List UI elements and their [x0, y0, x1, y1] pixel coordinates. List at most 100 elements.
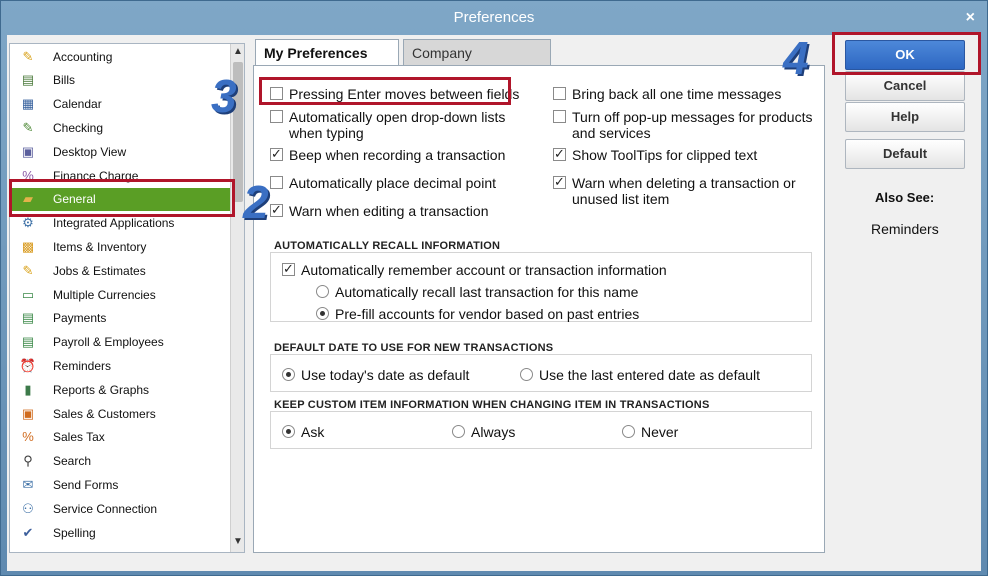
radio-button[interactable]	[282, 425, 295, 438]
option-label: Use today's date as default	[301, 367, 470, 383]
category-item-checking[interactable]: ✎ Checking	[10, 116, 230, 139]
accounting-icon: ✎	[22, 48, 34, 64]
radio-use-last-date[interactable]: Use the last entered date as default	[520, 367, 760, 383]
category-item-reports-graphs[interactable]: ▮ Reports & Graphs	[10, 378, 230, 401]
cancel-button[interactable]: Cancel	[845, 71, 965, 101]
tab-my-preferences[interactable]: My Preferences	[255, 39, 399, 67]
preferences-window: Preferences × ✔ Spelling ⚇ Service Connecti…	[0, 0, 988, 576]
title-bar: Preferences ×	[1, 1, 987, 35]
category-label: Items & Inventory	[53, 239, 147, 254]
category-label: Desktop View	[53, 144, 127, 159]
category-item-send-forms[interactable]: ✉ Send Forms	[10, 473, 230, 496]
option-turn-off-popups[interactable]: Turn off pop-up messages for products an…	[553, 109, 823, 141]
category-item-items-inventory[interactable]: ▩ Items & Inventory	[10, 235, 230, 258]
category-item-calendar[interactable]: ▦ Calendar	[10, 93, 230, 116]
category-item-search[interactable]: ⚲ Search	[10, 450, 230, 473]
category-label: Reminders	[53, 358, 112, 373]
step-4-annotation: 4	[783, 32, 809, 84]
radio-button[interactable]	[520, 368, 533, 381]
multiple-currencies-icon: ▭	[21, 286, 35, 302]
category-label: Checking	[53, 120, 104, 135]
option-beep[interactable]: Beep when recording a transaction	[270, 146, 505, 163]
help-button[interactable]: Help	[845, 102, 965, 132]
option-open-dropdown[interactable]: Automatically open drop-down lists when …	[270, 109, 540, 141]
radio-never[interactable]: Never	[622, 424, 678, 440]
checkbox-open-dropdown[interactable]	[270, 110, 283, 123]
radio-button[interactable]	[316, 285, 329, 298]
category-item-jobs-estimates[interactable]: ✎ Jobs & Estimates	[10, 259, 230, 282]
radio-always[interactable]: Always	[452, 424, 515, 440]
checkbox-show-tooltips[interactable]	[553, 146, 566, 162]
option-label: Warn when deleting a transaction or unus…	[572, 175, 796, 207]
option-label: Automatically remember account or transa…	[301, 262, 667, 278]
checkbox-beep[interactable]	[270, 146, 283, 162]
category-label: Send Forms	[53, 477, 119, 492]
integrated-apps-icon: ⚙	[22, 215, 34, 231]
window-title: Preferences	[453, 9, 535, 26]
category-label: Calendar	[53, 97, 102, 112]
category-item-payments[interactable]: ▤ Payments	[10, 307, 230, 330]
radio-recall-last-transaction[interactable]: Automatically recall last transaction fo…	[316, 284, 638, 300]
radio-button[interactable]	[622, 425, 635, 438]
option-label: Show ToolTips for clipped text	[572, 147, 758, 163]
option-label: Pre-fill accounts for vendor based on pa…	[335, 306, 640, 322]
checkbox-warn-deleting[interactable]	[553, 174, 566, 190]
radio-ask[interactable]: Ask	[282, 424, 324, 440]
radio-prefill-accounts[interactable]: Pre-fill accounts for vendor based on pa…	[316, 306, 639, 322]
category-item-sales-customers[interactable]: ▣ Sales & Customers	[10, 402, 230, 425]
scroll-down-arrow-icon[interactable]: ▼	[232, 536, 244, 550]
category-item-service-connection[interactable]: ⚇ Service Connection	[10, 497, 230, 520]
category-label: Payroll & Employees	[53, 335, 164, 350]
category-item-accounting[interactable]: ✎ Accounting	[10, 45, 230, 68]
spelling-icon: ✔	[22, 524, 34, 540]
category-item-desktop-view[interactable]: ▣ Desktop View	[10, 140, 230, 163]
payroll-employees-icon: ▤	[21, 334, 35, 350]
radio-button[interactable]	[316, 307, 329, 320]
category-label: Integrated Applications	[53, 216, 175, 231]
calendar-icon: ▦	[21, 96, 35, 112]
checkbox-decimal-point[interactable]	[270, 176, 283, 189]
option-label: Automatically open drop-down lists when …	[289, 109, 506, 141]
category-item-reminders[interactable]: ⏰ Reminders	[10, 354, 230, 377]
highlight-enter-option	[259, 77, 511, 105]
scroll-up-arrow-icon[interactable]: ▲	[232, 46, 244, 60]
radio-button[interactable]	[282, 368, 295, 381]
jobs-estimates-icon: ✎	[22, 262, 34, 278]
checking-icon: ✎	[22, 119, 34, 135]
recall-heading: AUTOMATICALLY RECALL INFORMATION	[274, 240, 501, 252]
category-label: Sales & Customers	[53, 406, 156, 421]
option-remember-account[interactable]: Automatically remember account or transa…	[282, 261, 667, 278]
radio-button[interactable]	[452, 425, 465, 438]
radio-use-todays-date[interactable]: Use today's date as default	[282, 367, 469, 383]
highlight-general	[9, 179, 235, 217]
search-icon: ⚲	[23, 453, 33, 469]
category-item-multiple-currencies[interactable]: ▭ Multiple Currencies	[10, 283, 230, 306]
category-item-payroll-employees[interactable]: ▤ Payroll & Employees	[10, 331, 230, 354]
checkbox-turn-off-popups[interactable]	[553, 110, 566, 123]
category-item-sales-tax[interactable]: % Sales Tax	[10, 426, 230, 449]
checkbox-remember-account[interactable]	[282, 261, 295, 277]
default-button[interactable]: Default	[845, 139, 965, 169]
reports-graphs-icon: ▮	[24, 381, 32, 397]
tab-company-preferences[interactable]: Company Preferences	[403, 39, 551, 87]
checkbox-bring-back[interactable]	[553, 87, 566, 100]
option-label: Use the last entered date as default	[539, 367, 761, 383]
category-item-bills[interactable]: ▤ Bills	[10, 69, 230, 92]
category-item-spelling[interactable]: ✔ Spelling	[10, 521, 230, 544]
option-bring-back-messages[interactable]: Bring back all one time messages	[553, 86, 781, 102]
step-3-annotation: 3	[211, 70, 237, 122]
category-label: Reports & Graphs	[53, 382, 150, 397]
custom-item-group	[270, 411, 812, 449]
checkbox-warn-editing[interactable]	[270, 202, 283, 218]
option-label: Ask	[301, 424, 325, 440]
option-show-tooltips[interactable]: Show ToolTips for clipped text	[553, 146, 758, 163]
send-forms-icon: ✉	[22, 476, 34, 492]
also-see-reminders-link[interactable]: Reminders	[871, 221, 939, 237]
option-warn-editing[interactable]: Warn when editing a transaction	[270, 202, 488, 219]
option-decimal-point[interactable]: Automatically place decimal point	[270, 175, 496, 191]
category-list: ✔ Spelling ⚇ Service Connection ✉ Send Forms ⚲…	[9, 43, 245, 553]
desktop-view-icon: ▣	[21, 143, 35, 159]
close-icon[interactable]: ×	[966, 1, 975, 35]
highlight-ok	[832, 32, 981, 75]
option-warn-deleting[interactable]: Warn when deleting a transaction or unus…	[553, 174, 803, 207]
